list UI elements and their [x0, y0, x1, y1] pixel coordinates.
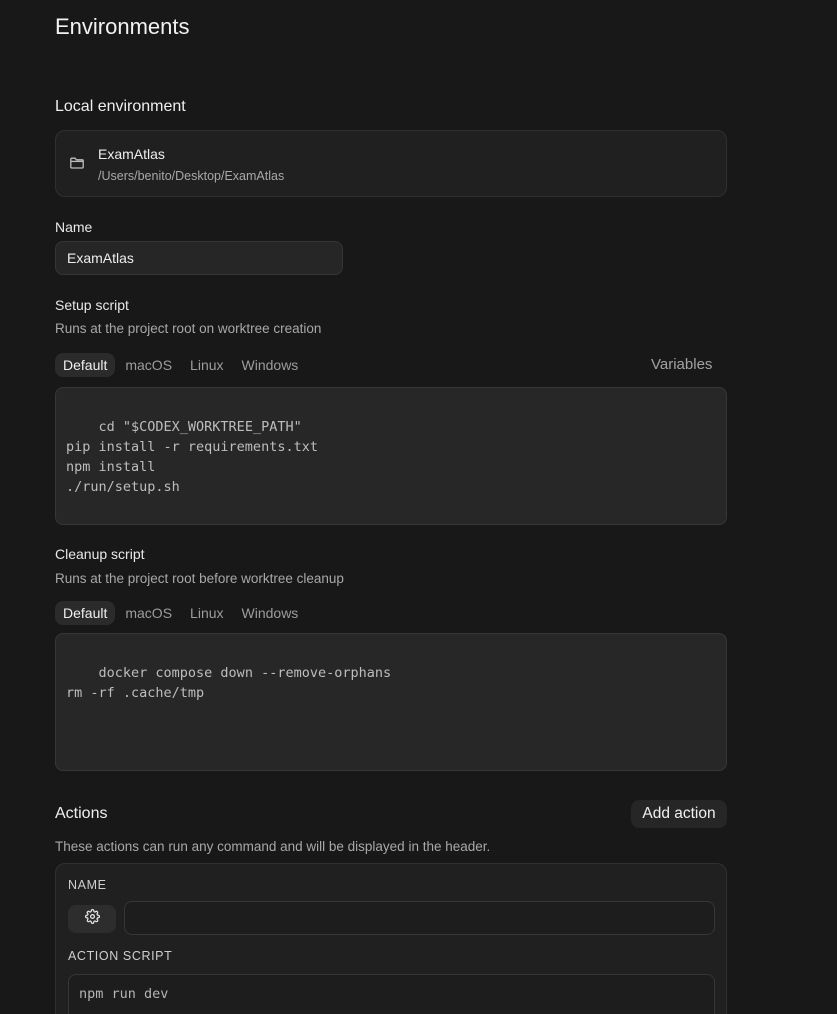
- folder-icon: [69, 155, 85, 171]
- project-card[interactable]: ExamAtlas /Users/benito/Desktop/ExamAtla…: [55, 130, 727, 197]
- page-title: Environments: [55, 14, 190, 39]
- action-script-editor[interactable]: npm run dev: [68, 974, 715, 1014]
- actions-description: These actions can run any command and wi…: [55, 839, 491, 854]
- gear-icon: [84, 909, 100, 929]
- cleanup-tab-windows[interactable]: Windows: [234, 601, 307, 625]
- setup-os-tabs: Default macOS Linux Windows: [55, 353, 306, 377]
- environments-page: Environments Local environment ExamAtlas…: [0, 0, 837, 1014]
- action-script-label: ACTION SCRIPT: [68, 949, 173, 963]
- cleanup-script-text: docker compose down --remove-orphans rm …: [66, 665, 392, 701]
- cleanup-tab-macos[interactable]: macOS: [117, 601, 180, 625]
- add-action-button[interactable]: Add action: [631, 800, 727, 828]
- setup-tab-default[interactable]: Default: [55, 353, 116, 377]
- setup-script-editor[interactable]: cd "$CODEX_WORKTREE_PATH" pip install -r…: [55, 387, 727, 525]
- cleanup-tab-linux[interactable]: Linux: [182, 601, 231, 625]
- local-environment-heading: Local environment: [55, 98, 186, 115]
- actions-heading: Actions: [55, 805, 108, 822]
- cleanup-script-description: Runs at the project root before worktree…: [55, 571, 344, 586]
- cleanup-tab-default[interactable]: Default: [55, 601, 116, 625]
- cleanup-script-editor[interactable]: docker compose down --remove-orphans rm …: [55, 633, 727, 771]
- project-name: ExamAtlas: [98, 146, 165, 162]
- cleanup-script-label: Cleanup script: [55, 546, 145, 562]
- setup-tab-linux[interactable]: Linux: [182, 353, 231, 377]
- action-name-label: NAME: [68, 878, 107, 892]
- resize-grip-icon[interactable]: [716, 760, 724, 768]
- action-icon-button[interactable]: [68, 905, 116, 933]
- setup-tab-macos[interactable]: macOS: [117, 353, 180, 377]
- setup-script-description: Runs at the project root on worktree cre…: [55, 321, 322, 336]
- action-card: NAME ACTION SCRIPT npm run dev: [55, 863, 727, 1014]
- setup-script-text: cd "$CODEX_WORKTREE_PATH" pip install -r…: [66, 419, 318, 495]
- name-input[interactable]: [55, 241, 343, 275]
- project-path: /Users/benito/Desktop/ExamAtlas: [98, 169, 285, 183]
- action-script-text: npm run dev: [79, 986, 169, 1002]
- resize-grip-icon[interactable]: [716, 514, 724, 522]
- cleanup-os-tabs: Default macOS Linux Windows: [55, 601, 306, 625]
- name-label: Name: [55, 219, 93, 235]
- setup-script-label: Setup script: [55, 297, 129, 313]
- setup-tab-windows[interactable]: Windows: [234, 353, 307, 377]
- action-name-input[interactable]: [124, 901, 715, 935]
- variables-button[interactable]: Variables: [651, 356, 712, 373]
